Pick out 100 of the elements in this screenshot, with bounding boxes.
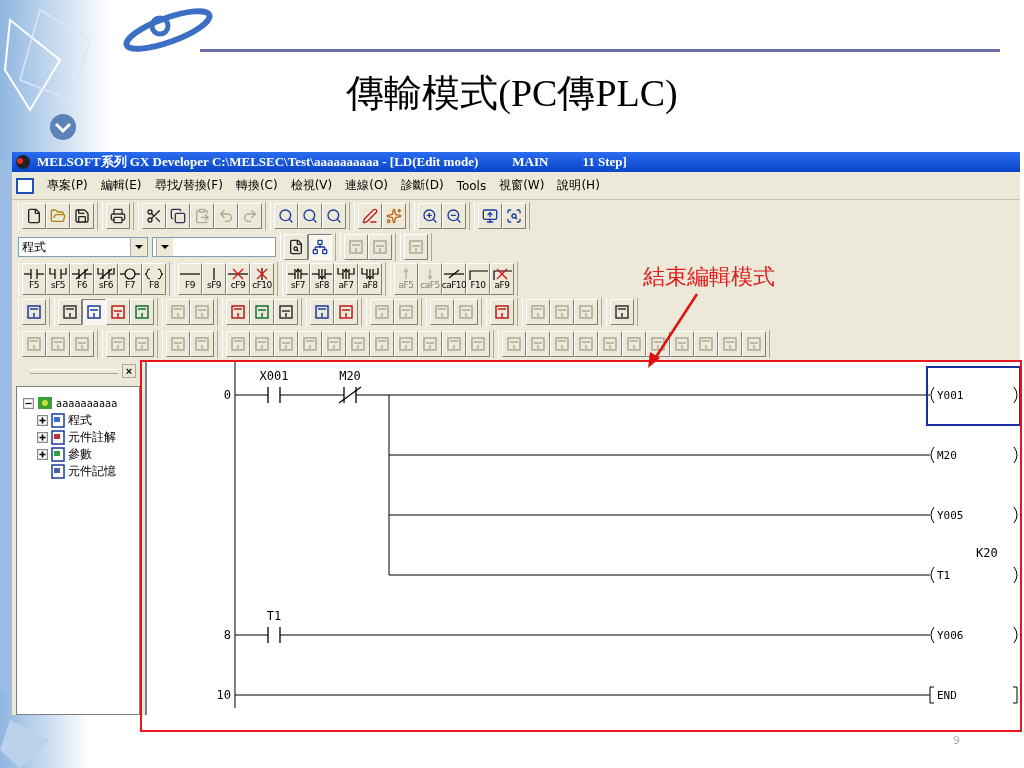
save-icon	[74, 208, 90, 224]
step-count: 11 Step]	[582, 154, 627, 170]
menu-item[interactable]: 連線(O)	[345, 177, 388, 194]
function-key-button[interactable]: aF7	[334, 263, 358, 295]
document-icon	[51, 446, 65, 462]
instruction-bracket	[929, 686, 935, 704]
step-number: 0	[223, 388, 231, 402]
function-key-button[interactable]: caF10	[442, 263, 466, 295]
function-key-button[interactable]: sF8	[310, 263, 334, 295]
undo-icon	[218, 208, 234, 224]
menu-item[interactable]: 編輯(E)	[100, 177, 142, 194]
pencil-icon	[362, 208, 378, 224]
ladder-tool-icon	[446, 336, 462, 352]
function-key-button[interactable]: F7	[118, 263, 142, 295]
ladder-tool-icon	[26, 336, 42, 352]
menu-item[interactable]: 診斷(D)	[401, 177, 444, 194]
file-search-icon	[288, 239, 304, 255]
function-key-button[interactable]: cF10	[250, 263, 274, 295]
close-button[interactable]: ×	[122, 364, 136, 378]
file-icon	[26, 208, 42, 224]
expand-toggle[interactable]	[37, 431, 48, 443]
program-dropdown[interactable]: 程式	[18, 237, 148, 257]
function-key-button[interactable]: sF5	[46, 263, 70, 295]
menu-item[interactable]: 專案(P)	[47, 177, 88, 194]
tree-item[interactable]: 元件記憶	[68, 462, 116, 480]
ladder-tool-icon	[470, 336, 486, 352]
ladder-tool-icon	[698, 336, 714, 352]
ladder-tool-icon	[530, 304, 546, 320]
ladder-tool-icon	[408, 239, 424, 255]
slide-title: 傳輸模式(PC傳PLC)	[346, 71, 678, 116]
expand-toggle[interactable]	[37, 414, 48, 426]
ladder-tool-icon	[230, 304, 246, 320]
line-draw-icon	[468, 268, 488, 280]
contact-icon	[72, 268, 92, 280]
ladder-tool-icon	[554, 336, 570, 352]
annotation-text: 結束編輯模式	[643, 263, 775, 291]
expand-toggle[interactable]	[23, 397, 34, 409]
ladder-tool-icon	[26, 304, 42, 320]
menu-item[interactable]: 視窗(W)	[499, 177, 545, 194]
menu-item[interactable]: 檢視(V)	[290, 177, 333, 194]
toolbar-button[interactable]	[308, 234, 332, 260]
ladder-tool-icon	[554, 304, 570, 320]
rung-line	[234, 394, 269, 396]
pulse-contact-icon	[360, 268, 380, 280]
function-key-button[interactable]: F6	[70, 263, 94, 295]
output-label: T1	[937, 569, 951, 582]
ladder-tool-icon	[254, 304, 270, 320]
app-icon	[15, 154, 31, 170]
function-key-button[interactable]: sF9	[202, 263, 226, 295]
device-label: M20	[339, 369, 361, 383]
menu-item[interactable]: Tools	[456, 178, 487, 193]
document-icon[interactable]	[16, 177, 34, 194]
output-label: M20	[937, 449, 957, 462]
device-label: T1	[266, 609, 282, 623]
coil-bracket	[930, 386, 935, 404]
function-key-button[interactable]: F5	[22, 263, 46, 295]
ladder-tool-icon	[194, 336, 210, 352]
ladder-tool-icon	[398, 304, 414, 320]
coil-bracket	[1013, 626, 1018, 644]
contact-symbol	[267, 626, 281, 644]
program-name: MAIN	[512, 154, 549, 170]
ladder-tool-icon	[86, 304, 102, 320]
tree-item[interactable]: 元件註解	[68, 428, 116, 446]
menu-item[interactable]: 尋找/替換(F)	[154, 177, 223, 194]
menu-item[interactable]: 說明(H)	[557, 177, 600, 194]
zoom-in-icon	[422, 208, 438, 224]
dropdown-field[interactable]	[152, 237, 276, 257]
document-icon	[51, 429, 65, 445]
tree-item[interactable]: aaaaaaaaaa	[56, 397, 118, 409]
ladder-tool-icon	[506, 336, 522, 352]
ladder-tool-icon	[350, 336, 366, 352]
menu-item[interactable]: 轉換(C)	[235, 177, 278, 194]
function-key-button[interactable]: F8	[142, 263, 166, 295]
function-key-button[interactable]: sF6	[94, 263, 118, 295]
document-icon	[51, 412, 65, 428]
function-key-button[interactable]: F9	[178, 263, 202, 295]
search-icon	[326, 208, 342, 224]
page-number: 9	[953, 734, 960, 747]
ladder-tool-icon	[170, 304, 186, 320]
function-key-button[interactable]: aF9	[490, 263, 514, 295]
ladder-tool-icon	[422, 336, 438, 352]
function-key-button[interactable]: aF8	[358, 263, 382, 295]
folder-icon	[50, 208, 66, 224]
ladder-tool-icon	[230, 336, 246, 352]
contact-icon	[48, 268, 68, 280]
function-key-button[interactable]: sF7	[286, 263, 310, 295]
tree-item[interactable]: 參數	[68, 445, 92, 463]
ladder-tool-icon	[348, 239, 364, 255]
device-label: X001	[259, 369, 289, 383]
tree-item[interactable]: 程式	[68, 411, 92, 429]
function-key-button[interactable]: F10	[466, 263, 490, 295]
ladder-tool-icon	[134, 304, 150, 320]
pulse-contact-icon	[336, 268, 356, 280]
function-key-button[interactable]: cF9	[226, 263, 250, 295]
ladder-tool-icon	[578, 304, 594, 320]
ladder-tool-icon	[372, 239, 388, 255]
ladder-tool-icon	[110, 336, 126, 352]
expand-toggle[interactable]	[37, 448, 48, 460]
ladder-tool-icon	[62, 304, 78, 320]
ladder-tool-icon	[674, 336, 690, 352]
